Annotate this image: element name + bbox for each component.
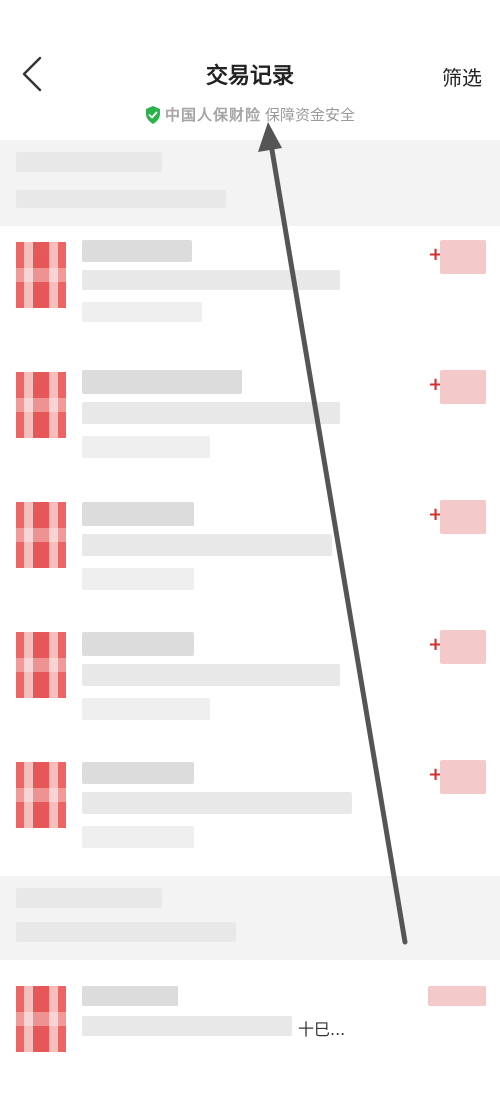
month-label-blur: [16, 152, 162, 172]
time-blur: [82, 698, 210, 720]
filter-button[interactable]: 筛选: [442, 62, 482, 91]
month-summary-blur: [16, 190, 226, 208]
merchant-avatar: [16, 502, 66, 568]
merchant-name-blur: [82, 370, 242, 394]
merchant-name-blur: [82, 986, 178, 1006]
description-blur: [82, 792, 352, 814]
insurance-text: 保障资金安全: [265, 106, 356, 124]
merchant-avatar: [16, 242, 66, 308]
shield-check-icon: [145, 105, 160, 124]
truncated-text: 十巳...: [298, 1020, 346, 1039]
description-blur: [82, 1016, 292, 1036]
merchant-name-blur: [82, 240, 192, 262]
description-blur: [82, 534, 332, 556]
amount-blur: [440, 500, 486, 534]
amount-blur: [440, 630, 486, 664]
amount-blur: [440, 760, 486, 794]
transaction-row[interactable]: +: [0, 486, 500, 617]
merchant-name-blur: [82, 632, 194, 656]
transaction-row[interactable]: +: [0, 746, 500, 877]
time-blur: [82, 302, 202, 322]
merchant-avatar: [16, 372, 66, 438]
amount-blur: [440, 370, 486, 404]
transaction-row[interactable]: [0, 960, 500, 1111]
month-header: [0, 876, 500, 960]
page-title: 交易记录: [205, 64, 294, 89]
merchant-name-blur: [82, 502, 194, 526]
transaction-row[interactable]: +: [0, 226, 500, 357]
month-header: [0, 140, 500, 226]
month-label-blur: [16, 888, 162, 908]
merchant-avatar: [16, 986, 66, 1052]
description-blur: [82, 402, 340, 424]
transaction-row[interactable]: +: [0, 616, 500, 747]
month-summary-blur: [16, 922, 236, 942]
description-blur: [82, 664, 340, 686]
insurance-brand: 中国人保财险: [164, 106, 261, 124]
header: 交易记录 筛选 中国人保财险 保障资金安全: [0, 0, 500, 140]
amount-blur: [440, 240, 486, 274]
merchant-avatar: [16, 762, 66, 828]
time-blur: [82, 436, 210, 458]
merchant-name-blur: [82, 762, 194, 784]
amount-blur: [428, 986, 486, 1006]
transaction-row[interactable]: +: [0, 356, 500, 487]
time-blur: [82, 826, 194, 848]
description-blur: [82, 270, 340, 290]
insurance-banner: 中国人保财险 保障资金安全: [0, 104, 500, 125]
merchant-avatar: [16, 632, 66, 698]
time-blur: [82, 568, 194, 590]
